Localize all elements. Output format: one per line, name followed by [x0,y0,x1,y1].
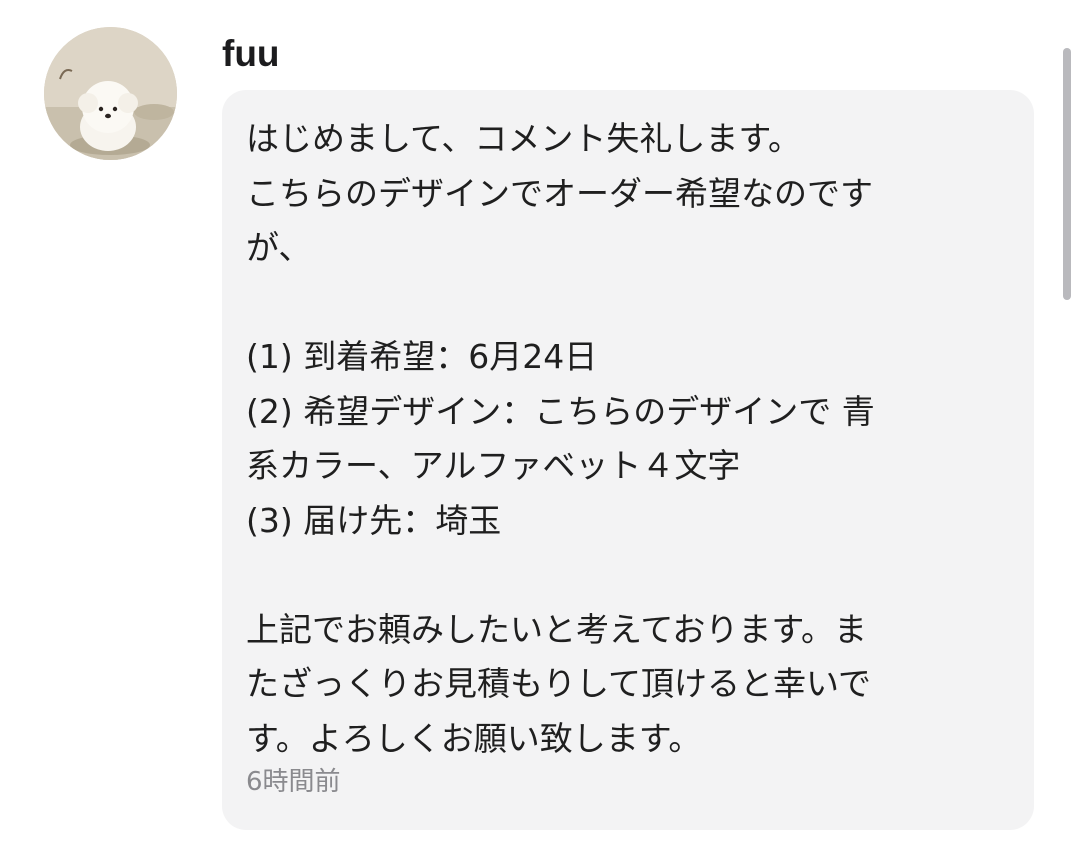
username[interactable]: fuu [222,30,280,78]
comment-text: はじめまして、コメント失礼します。 こちらのデザインでオーダー希望なのです が、… [246,119,875,758]
avatar-dog-photo-icon [44,27,177,160]
scrollbar-thumb[interactable] [1063,48,1071,300]
comment-timestamp: 6時間前 [246,767,341,797]
comment-page: fuu はじめまして、コメント失礼します。 こちらのデザインでオーダー希望なので… [0,0,1080,862]
avatar[interactable] [44,27,177,160]
comment-bubble: はじめまして、コメント失礼します。 こちらのデザインでオーダー希望なのです が、… [222,90,1034,830]
